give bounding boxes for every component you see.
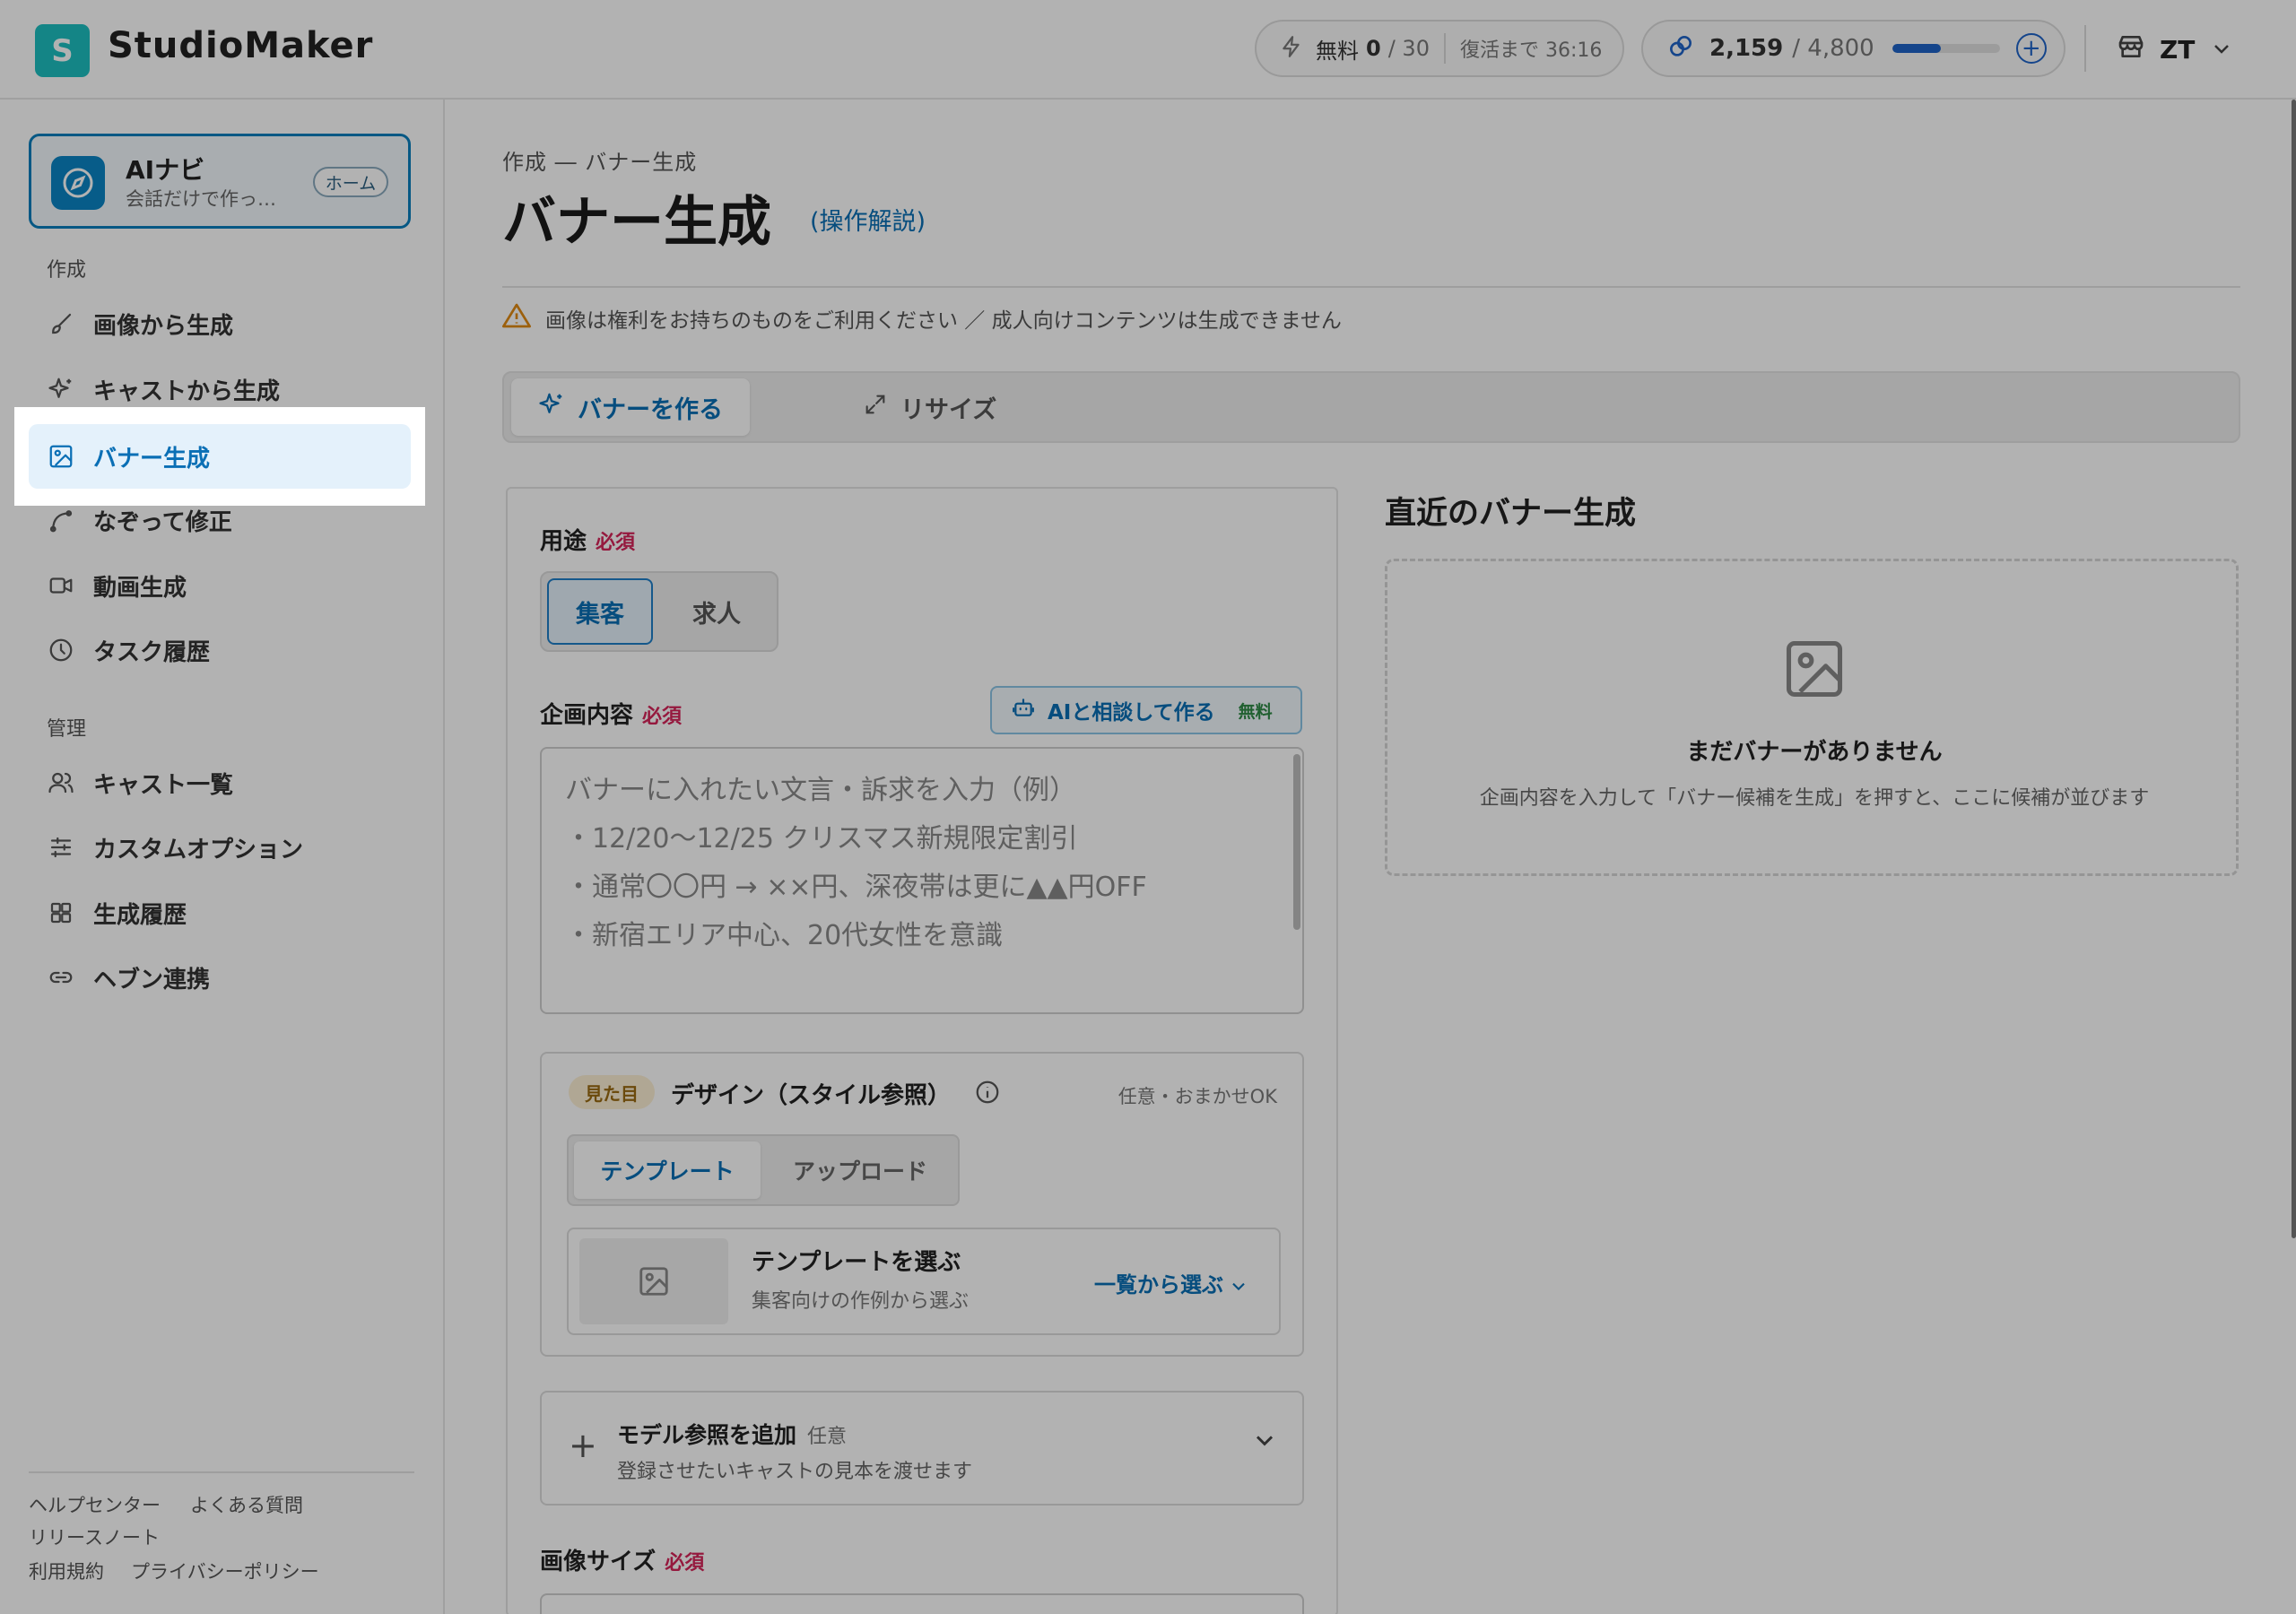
page-scrollbar[interactable] (2292, 100, 2296, 1238)
page: S StudioMaker 無料 0 / 30 復活まで 36:16 2,159… (0, 0, 2296, 1614)
sidebar-item-label: バナー生成 (93, 445, 211, 473)
tutorial-spotlight: バナー生成 (14, 407, 425, 506)
image-icon (47, 442, 75, 471)
sidebar-item-banner-gen[interactable]: バナー生成 (29, 424, 411, 489)
tutorial-overlay (0, 0, 2296, 1614)
